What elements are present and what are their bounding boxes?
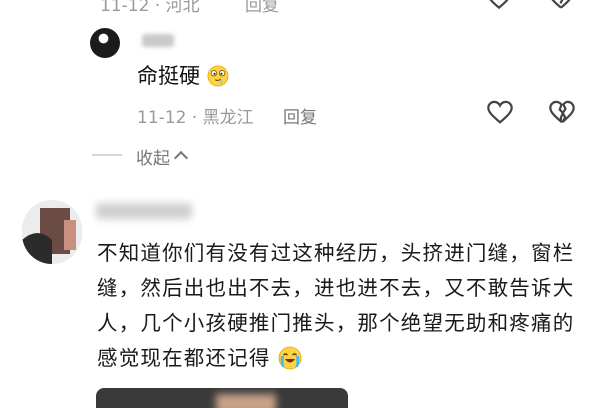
- chevron-up-icon: [173, 150, 189, 166]
- reply-button[interactable]: 回复: [283, 108, 317, 128]
- main-comment-avatar[interactable]: [22, 200, 82, 264]
- previous-reply-button[interactable]: 回复: [245, 0, 279, 16]
- previous-comment-meta: 11-12 · 河北 回复: [100, 0, 279, 16]
- main-comment-text: 不知道你们有没有过这种经历，头挤进门缝，窗栏缝，然后出也出不去，进也进不去，又不…: [97, 236, 583, 376]
- broken-heart-icon[interactable]: [548, 0, 574, 12]
- image-content: [216, 394, 276, 408]
- reply-username[interactable]: [142, 34, 174, 47]
- main-comment-username[interactable]: [96, 203, 192, 219]
- reply-text-content: 命挺硬: [137, 64, 200, 88]
- meta-separator: ·: [191, 108, 198, 128]
- broken-heart-icon[interactable]: [548, 99, 576, 127]
- main-comment-content: 不知道你们有没有过这种经历，头挤进门缝，窗栏缝，然后出也出不去，进也进不去，又不…: [97, 241, 575, 370]
- reply-meta: 11-12 · 黑龙江 回复: [137, 103, 317, 128]
- reply-avatar[interactable]: [90, 28, 120, 58]
- comment-attached-image[interactable]: [96, 388, 348, 408]
- collapse-button[interactable]: 收起: [136, 144, 189, 169]
- reply-date: 11-12: [137, 108, 187, 128]
- collapse-divider: [92, 154, 122, 156]
- avatar-image: [22, 200, 82, 264]
- reply-location: 黑龙江: [202, 108, 254, 128]
- crying-face-emoji: [278, 346, 302, 370]
- heart-icon[interactable]: [486, 99, 514, 127]
- previous-comment-date: 11-12 · 河北: [100, 0, 200, 16]
- reply-comment-text: 命挺硬: [137, 60, 229, 90]
- drooling-face-emoji: [207, 65, 229, 87]
- heart-icon[interactable]: [486, 0, 512, 12]
- collapse-label: 收起: [136, 149, 170, 169]
